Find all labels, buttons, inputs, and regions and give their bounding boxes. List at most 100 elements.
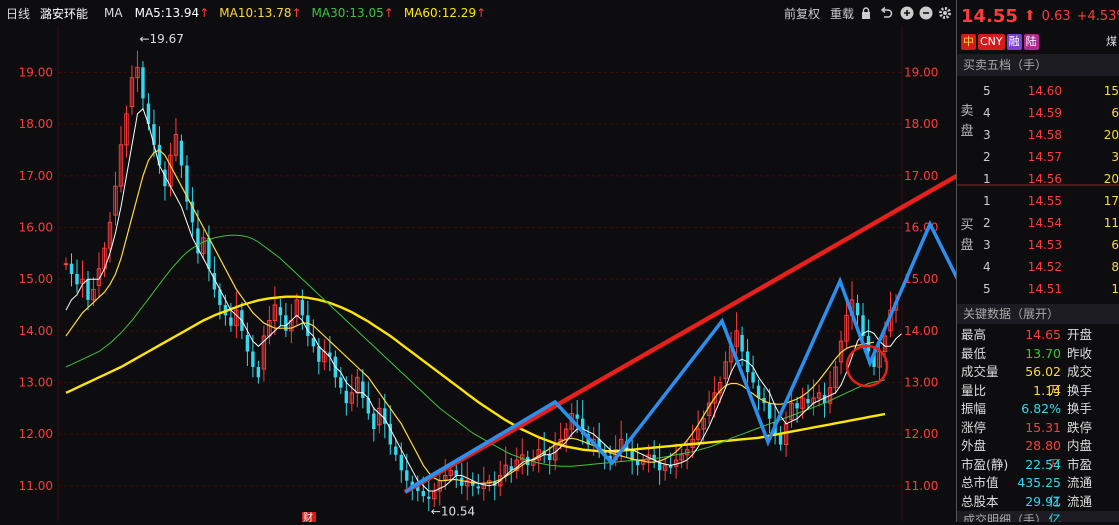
- bid-row[interactable]: 1 14.55 17: [979, 190, 1119, 212]
- ma10-readout: MA10:13.78↑: [219, 6, 302, 20]
- finance-marker-label: 财: [303, 511, 313, 522]
- ask-row[interactable]: 4 14.59 6: [979, 102, 1119, 124]
- bid-level: 5: [983, 282, 991, 296]
- undo-icon[interactable]: [880, 6, 893, 20]
- candle-body: [778, 434, 783, 445]
- ask-row[interactable]: 5 14.60 15: [979, 80, 1119, 102]
- candle-body: [751, 372, 755, 383]
- candle-body: [427, 496, 431, 499]
- zoom-in-icon[interactable]: [900, 6, 914, 20]
- price-up-icon: ⬆: [1023, 8, 1036, 24]
- ma30-line: [65, 234, 886, 467]
- low-price-annotation: ←10.54: [431, 505, 475, 519]
- y-tick-label-left: 12.00: [19, 427, 53, 441]
- stock-tags: 中 CNY 融 陆 煤: [957, 32, 1119, 52]
- tag-cny[interactable]: CNY: [978, 34, 1005, 50]
- key-data-value: 6.82%: [1021, 401, 1061, 416]
- period-label[interactable]: 日线: [6, 5, 30, 22]
- kline-chart-svg[interactable]: 19.00 19.0018.00 18.0017.00 17.0016.00 16.00…: [0, 26, 1038, 524]
- candle-body: [756, 385, 761, 398]
- key-data-row: 总股本 29.91亿 流通: [957, 493, 1119, 523]
- order-book-divider: [957, 184, 1119, 186]
- candle-body: [740, 334, 744, 352]
- tag-sector[interactable]: 煤: [1104, 34, 1119, 50]
- key-data-row: 市盈(静) 22.54 市盈: [957, 456, 1119, 475]
- ask-price: 14.58: [1027, 128, 1063, 142]
- buy-side-label: 买盘: [960, 218, 974, 253]
- bid-volume: 1: [1111, 282, 1119, 296]
- ma30-readout: MA30:13.05↑: [311, 6, 394, 20]
- ma-label[interactable]: MA: [104, 6, 123, 20]
- bid-row[interactable]: 3 14.53 6: [979, 234, 1119, 256]
- candle-body: [361, 381, 365, 398]
- bid-price: 14.55: [1027, 194, 1063, 208]
- key-data-label-2: 流通: [1067, 475, 1093, 490]
- bid-level: 1: [983, 194, 991, 208]
- ask-price: 14.57: [1027, 150, 1063, 164]
- lock-icon[interactable]: [860, 6, 872, 20]
- reload-button[interactable]: 重载: [830, 5, 854, 22]
- ask-row[interactable]: 2 14.57 3: [979, 146, 1119, 168]
- y-tick-label-right: 12.00: [904, 427, 938, 441]
- ask-price: 14.60: [1027, 84, 1063, 98]
- trade-detail-title[interactable]: 成交明细（手）: [957, 511, 1119, 522]
- bid-row[interactable]: 4 14.52 8: [979, 256, 1119, 278]
- price-change-pct: +4.53%: [1076, 8, 1119, 24]
- bid-level: 4: [983, 260, 991, 274]
- ask-volume: 15: [1103, 84, 1119, 98]
- key-data-label-2: 换手: [1067, 401, 1093, 416]
- bid-volume: 6: [1111, 238, 1119, 252]
- candle-body: [372, 413, 376, 429]
- ask-level: 4: [983, 106, 991, 120]
- key-data-label: 总股本: [961, 493, 999, 509]
- y-tick-label-left: 16.00: [19, 221, 53, 235]
- key-data-value: 1.14: [1033, 382, 1061, 398]
- ask-price: 14.56: [1027, 172, 1063, 186]
- key-data-title[interactable]: 关键数据（展开）: [957, 304, 1119, 324]
- key-data-row: 最高 14.65 开盘: [957, 326, 1119, 345]
- adjust-button[interactable]: 前复权: [784, 5, 820, 22]
- y-tick-label-right: 18.00: [904, 117, 938, 131]
- tag-connect[interactable]: 陆: [1023, 34, 1039, 50]
- ask-volume: 6: [1111, 106, 1119, 120]
- key-data-row: 量比 1.14 换手: [957, 382, 1119, 401]
- candle-body: [575, 414, 579, 419]
- bid-row[interactable]: 2 14.54 11: [979, 212, 1119, 234]
- candle-body: [141, 67, 145, 99]
- y-tick-label-left: 19.00: [19, 66, 53, 80]
- order-book-title[interactable]: 买卖五档（手）: [957, 54, 1119, 76]
- zoom-out-icon[interactable]: [919, 6, 933, 20]
- key-data-label: 外盘: [961, 438, 987, 453]
- candle-body: [476, 486, 480, 489]
- key-data-label-2: 成交: [1067, 364, 1093, 379]
- ma5-up-arrow: ↑: [199, 6, 210, 20]
- y-tick-label-left: 17.00: [19, 169, 53, 183]
- ask-level: 3: [983, 128, 991, 142]
- kline-chart[interactable]: 19.00 19.00 18.00 18.00 17.00 17.00 16.00 16.00…: [0, 26, 1038, 524]
- candle-body: [179, 140, 184, 166]
- ask-row[interactable]: 1 14.56 20: [979, 168, 1119, 190]
- ask-level: 2: [983, 150, 991, 164]
- candle-body: [399, 454, 404, 471]
- y-tick-label-right: 11.00: [904, 479, 938, 493]
- stock-name: 潞安环能: [40, 6, 89, 21]
- ma60-readout: MA60:12.29↑: [403, 6, 487, 20]
- y-tick-label-right: 14.00: [904, 324, 938, 338]
- key-data-label: 最高: [961, 327, 987, 342]
- ask-row[interactable]: 3 14.58 20: [979, 124, 1119, 146]
- key-data-value: 435.25亿: [1017, 475, 1061, 509]
- key-data-value: 22.54: [1025, 456, 1061, 472]
- key-data-row: 振幅 6.82% 换手: [957, 400, 1119, 419]
- gear-icon[interactable]: [938, 6, 952, 20]
- bid-row[interactable]: 5 14.51 1: [979, 278, 1119, 300]
- candle-body: [460, 477, 464, 486]
- y-tick-label-right: 19.00: [904, 66, 938, 80]
- candle-body: [317, 346, 321, 362]
- candle-body: [311, 338, 316, 347]
- tag-margin[interactable]: 融: [1006, 34, 1022, 50]
- bid-volume: 11: [1103, 216, 1119, 230]
- candle-body: [75, 274, 79, 285]
- key-data-value: 29.91亿: [1025, 493, 1061, 523]
- order-book: 卖盘 5 14.60 15 4 14.59 6 3 14.58 20 2 14.57 3 1 14.56 2…: [957, 76, 1119, 304]
- ma10-up-arrow: ↑: [291, 6, 302, 20]
